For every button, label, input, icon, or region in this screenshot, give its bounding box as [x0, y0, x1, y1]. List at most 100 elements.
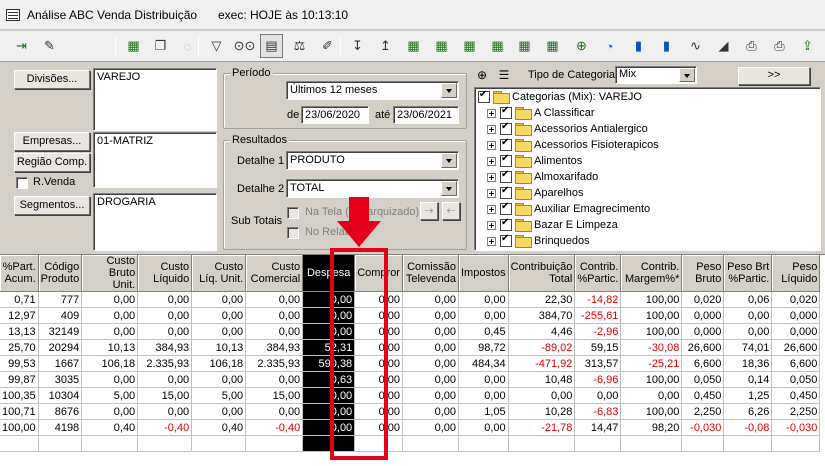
table-cell[interactable]: 100,00 [620, 291, 683, 308]
table-cell[interactable]: 0,450 [681, 387, 725, 404]
table-cell[interactable] [245, 435, 304, 452]
table-cell[interactable]: 10,13 [81, 339, 139, 356]
table-cell[interactable]: 6,26 [723, 403, 773, 420]
table-cell[interactable]: 3035 [38, 371, 83, 388]
expand-plus-icon[interactable] [487, 124, 496, 134]
grid-edit-icon[interactable]: ▦ [486, 34, 509, 58]
table-row[interactable]: 100,00 4198 0,40 -0,40 0,40 -0,40 0,00 0,00 0,00… [0, 419, 821, 436]
print-preview-icon[interactable]: ⎙ [768, 34, 791, 58]
table-cell[interactable]: 0,00 [354, 403, 403, 420]
detalhe2-select[interactable]: TOTAL [286, 179, 459, 198]
table-cell[interactable] [458, 435, 509, 452]
table-cell[interactable]: 0,000 [681, 323, 725, 340]
scale-icon[interactable]: ⚖ [288, 34, 311, 58]
table-cell[interactable]: 0,050 [681, 371, 725, 388]
expand-plus-icon[interactable] [487, 204, 496, 214]
expand-disabled-button[interactable]: ⇢ [420, 202, 438, 220]
table-cell[interactable]: 484,34 [458, 355, 509, 372]
table-cell[interactable] [38, 435, 83, 452]
collapse-disabled-button[interactable]: ⇠ [442, 202, 460, 220]
table-cell[interactable]: 100,71 [0, 403, 39, 420]
table-cell[interactable]: 0,00 [402, 307, 459, 324]
eraser-icon[interactable]: ✎ [38, 34, 61, 58]
table-cell[interactable]: 106,18 [81, 355, 139, 372]
blank-icon[interactable] [88, 34, 111, 58]
chevron-down-icon[interactable] [441, 83, 457, 98]
table-cell[interactable]: -89,02 [508, 339, 576, 356]
grid-filter-icon[interactable]: ▦ [513, 34, 536, 58]
table-cell[interactable]: 22,30 [508, 291, 576, 308]
table-cell[interactable]: 100,00 [620, 323, 683, 340]
sort-az-icon[interactable]: ↧ [346, 34, 369, 58]
empresas-button[interactable]: Empresas... [14, 132, 90, 151]
table-cell[interactable]: 0,00 [354, 339, 403, 356]
table-cell[interactable]: 100,00 [0, 419, 39, 436]
table-cell[interactable] [402, 435, 459, 452]
table-cell[interactable]: 0,00 [458, 419, 509, 436]
empresas-list[interactable]: 01-MATRIZ [93, 132, 217, 188]
column-header[interactable]: Contrib. Margem%* [620, 255, 683, 292]
blank-icon[interactable] [62, 34, 85, 58]
line-chart-icon[interactable]: ∿ [684, 34, 707, 58]
table-cell[interactable]: -0,08 [723, 419, 773, 436]
grid-check-icon[interactable]: ▦ [458, 34, 481, 58]
tree-item[interactable]: Brinquedos [487, 233, 590, 249]
table-cell[interactable] [354, 435, 403, 452]
table-cell[interactable]: 0,00 [245, 291, 304, 308]
table-cell[interactable]: 100,00 [620, 307, 683, 324]
table-cell[interactable] [0, 435, 39, 452]
column-header[interactable]: Despesa [302, 255, 356, 292]
table-cell[interactable] [723, 435, 773, 452]
table-cell[interactable]: 26,600 [681, 339, 725, 356]
tree-item[interactable]: Bazar E Limpeza [487, 217, 618, 233]
table-cell[interactable]: 0,00 [354, 291, 403, 308]
table-cell[interactable]: 59,15 [574, 339, 622, 356]
table-cell[interactable]: -6,96 [574, 371, 622, 388]
divisoes-list[interactable]: VAREJO [93, 68, 217, 131]
table-cell[interactable]: 0,00 [191, 291, 247, 308]
table-row[interactable]: 12,97 409 0,00 0,00 0,00 0,00 0,00 0,00 0,00 0,00… [0, 307, 821, 324]
table-cell[interactable]: 0,020 [771, 291, 821, 308]
table-cell[interactable]: 10,48 [508, 371, 576, 388]
column-header[interactable]: Custo Comercial [245, 255, 304, 292]
table-cell[interactable]: 18,36 [723, 355, 773, 372]
table-cell[interactable]: 0,00 [458, 371, 509, 388]
column-header[interactable]: %Part. Acum. [0, 255, 39, 292]
table-cell[interactable]: 1,25 [723, 387, 773, 404]
table-cell[interactable]: 2,250 [771, 403, 821, 420]
table-cell[interactable]: 0,020 [681, 291, 725, 308]
table-cell[interactable]: 0,00 [458, 307, 509, 324]
table-cell[interactable]: 384,93 [245, 339, 304, 356]
tree-root[interactable]: Categorias (Mix): VAREJO [478, 89, 642, 105]
table-cell[interactable] [137, 435, 193, 452]
table-cell[interactable]: 15,00 [245, 387, 304, 404]
table-cell[interactable]: 0,40 [191, 419, 247, 436]
table-row[interactable]: 99,53 1667 106,18 2.335,93 106,18 2.335,93 590… [0, 355, 821, 372]
table-cell[interactable]: 0,00 [354, 323, 403, 340]
spreadsheet-icon[interactable]: ▦ [122, 34, 145, 58]
table-cell[interactable]: 4,46 [508, 323, 576, 340]
table-cell[interactable]: 52,31 [302, 339, 356, 356]
chevron-down-icon[interactable] [441, 181, 457, 196]
table-cell[interactable] [620, 435, 683, 452]
data-grid[interactable]: %Part. Acum. Código Produto Custo Bruto Un… [0, 254, 825, 466]
table-cell[interactable]: 0,00 [191, 323, 247, 340]
expand-plus-icon[interactable] [487, 140, 496, 150]
expand-plus-icon[interactable] [487, 108, 496, 118]
table-cell[interactable]: 0,00 [402, 419, 459, 436]
table-cell[interactable]: 384,70 [508, 307, 576, 324]
checkbox-checked-icon[interactable] [500, 121, 512, 135]
table-cell[interactable]: 0,00 [508, 387, 576, 404]
table-cell[interactable] [681, 435, 725, 452]
column-header[interactable]: Custo Líq. Unit. [191, 255, 247, 292]
table-cell[interactable]: 0,00 [302, 307, 356, 324]
table-cell[interactable]: 0,00 [723, 307, 773, 324]
checkbox-checked-icon[interactable] [500, 233, 512, 247]
table-cell[interactable]: 32149 [38, 323, 83, 340]
table-cell[interactable]: 0,00 [137, 291, 193, 308]
expand-plus-icon[interactable] [487, 220, 496, 230]
table-cell[interactable]: 409 [38, 307, 83, 324]
table-cell[interactable]: 0,00 [191, 403, 247, 420]
table-row[interactable]: 99,87 3035 0,00 0,00 0,00 0,00 0,63 0,00 0,00 0,0… [0, 371, 821, 388]
table-cell[interactable]: 106,18 [191, 355, 247, 372]
